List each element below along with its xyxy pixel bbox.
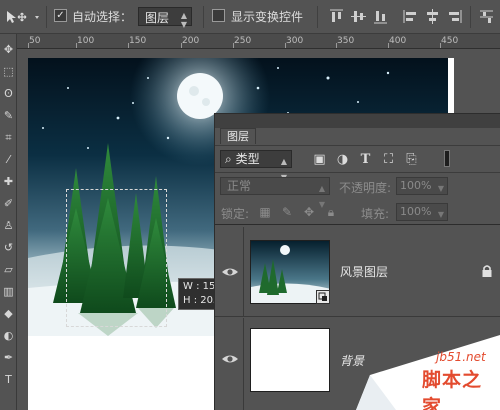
eye-icon[interactable] xyxy=(219,261,241,283)
watermark-site-name: 脚本之家 xyxy=(422,369,483,410)
type-layer-filter-icon[interactable]: T xyxy=(358,152,373,167)
photoshop-window: ✓ 自动选择： 图层 ▲ ▼ 显示变换控件 ✥ ⬚ ʘ ✎ ⌗ ⁄ ✚ ✐ ♙ ↺… xyxy=(0,0,500,410)
align-vertical-center-icon[interactable] xyxy=(350,8,367,25)
free-transform-bounding-box[interactable] xyxy=(66,189,167,327)
options-bar: ✓ 自动选择： 图层 ▲ ▼ 显示变换控件 xyxy=(0,0,500,34)
quick-select-tool-icon[interactable]: ✎ xyxy=(1,108,16,123)
blur-tool-icon[interactable]: ◆ xyxy=(1,306,16,321)
show-transform-label: 显示变换控件 xyxy=(231,10,304,24)
align-bottom-icon[interactable] xyxy=(372,8,389,25)
fill-label: 填充: xyxy=(361,207,390,221)
layer-thumbnail xyxy=(250,328,330,392)
lasso-tool-icon[interactable]: ʘ xyxy=(1,86,16,101)
smart-object-filter-icon[interactable]: ⎘ xyxy=(404,152,419,167)
history-brush-tool-icon[interactable]: ↺ xyxy=(1,240,16,255)
fill-field[interactable]: 100% ▼ xyxy=(396,203,448,221)
lock-label: 锁定: xyxy=(221,207,250,221)
toolbox: ✥ ⬚ ʘ ✎ ⌗ ⁄ ✚ ✐ ♙ ↺ ▱ ▥ ◆ ◐ ✒ T xyxy=(0,34,17,410)
auto-select-label: 自动选择： xyxy=(72,10,133,24)
eye-icon[interactable] xyxy=(219,348,241,370)
adjustment-layer-filter-icon[interactable]: ◑ xyxy=(335,152,350,167)
dropdown-arrow-icon: ▼ xyxy=(437,210,444,219)
layer-lock-icon xyxy=(481,264,493,278)
dropdown-arrow-icon: ▼ xyxy=(437,184,444,193)
align-horizontal-center-icon[interactable] xyxy=(424,8,441,25)
opacity-value: 100% xyxy=(400,179,432,192)
watermark-url: jb51.net xyxy=(436,350,486,364)
filter-toggle-switch[interactable] xyxy=(444,150,450,167)
auto-select-dropdown[interactable]: 图层 ▲ ▼ xyxy=(138,7,192,29)
lock-position-icon[interactable]: ✥ xyxy=(302,205,316,219)
eraser-tool-icon[interactable]: ▱ xyxy=(1,262,16,277)
separator xyxy=(203,6,204,28)
ruler-tick-label: 350 xyxy=(337,36,355,46)
pen-tool-icon[interactable]: ✒ xyxy=(1,350,16,365)
separator xyxy=(317,6,318,28)
opacity-field[interactable]: 100% ▼ xyxy=(396,177,448,195)
align-right-icon[interactable] xyxy=(446,8,463,25)
fill-value: 100% xyxy=(400,205,432,218)
ruler-tick-label: 250 xyxy=(234,36,252,46)
separator xyxy=(46,6,47,28)
layer-filter-row: ⌕ 类型 ▲▼ ▣ ◑ T ⛶ ⎘ xyxy=(215,145,500,182)
lock-transparent-pixels-icon[interactable]: ▦ xyxy=(258,205,272,219)
ruler-tick-label: 300 xyxy=(286,36,304,46)
ruler-tick-label: 150 xyxy=(129,36,147,46)
updown-arrows-icon: ▲▼ xyxy=(180,11,187,29)
crop-tool-icon[interactable]: ⌗ xyxy=(1,130,16,145)
move-tool-preset-picker[interactable] xyxy=(4,8,44,26)
ruler-tick-label: 50 xyxy=(29,36,41,46)
clone-stamp-tool-icon[interactable]: ♙ xyxy=(1,218,16,233)
filter-kind-dropdown[interactable]: ⌕ 类型 ▲▼ xyxy=(220,150,292,182)
separator xyxy=(470,6,471,28)
distribute-top-icon[interactable] xyxy=(478,8,495,25)
layer-name[interactable]: 风景图层 xyxy=(340,263,388,280)
auto-select-value: 图层 xyxy=(145,11,170,25)
brush-tool-icon[interactable]: ✐ xyxy=(1,196,16,211)
opacity-label: 不透明度: xyxy=(339,181,392,195)
align-left-icon[interactable] xyxy=(402,8,419,25)
blend-mode-dropdown[interactable]: 正常 ▲ ▼ xyxy=(220,177,330,209)
shape-layer-filter-icon[interactable]: ⛶ xyxy=(381,152,396,167)
search-icon: ⌕ xyxy=(225,152,232,166)
pixel-layer-filter-icon[interactable]: ▣ xyxy=(312,152,327,167)
gradient-tool-icon[interactable]: ▥ xyxy=(1,284,16,299)
show-transform-checkbox[interactable] xyxy=(212,9,225,22)
horizontal-ruler: 50 100 150 200 250 300 350 400 450 xyxy=(17,34,500,49)
eyedropper-tool-icon[interactable]: ⁄ xyxy=(1,152,16,167)
move-tool-icon[interactable]: ✥ xyxy=(1,42,16,57)
marquee-tool-icon[interactable]: ⬚ xyxy=(1,64,16,79)
move-tool-icon xyxy=(7,11,39,23)
tab-layers[interactable]: 图层 xyxy=(220,128,256,144)
ruler-tick-label: 400 xyxy=(389,36,407,46)
auto-select-checkbox[interactable]: ✓ xyxy=(54,9,67,22)
ruler-tick-label: 450 xyxy=(441,36,459,46)
layer-row-scenery[interactable]: 风景图层 xyxy=(215,227,500,317)
type-tool-icon[interactable]: T xyxy=(1,372,16,387)
lock-fill-row: 锁定: ▦ ✎ ✥ 🔒︎ 填充: 100% ▼ xyxy=(215,199,500,225)
smart-object-badge-icon xyxy=(316,290,330,304)
ruler-tick-label: 200 xyxy=(182,36,200,46)
align-top-icon[interactable] xyxy=(328,8,345,25)
dodge-tool-icon[interactable]: ◐ xyxy=(1,328,16,343)
filter-kind-value: 类型 xyxy=(235,152,260,166)
lock-all-icon[interactable]: 🔒︎ xyxy=(324,205,338,219)
lock-image-pixels-icon[interactable]: ✎ xyxy=(280,205,294,219)
panel-header-bar xyxy=(215,114,500,128)
healing-brush-tool-icon[interactable]: ✚ xyxy=(1,174,16,189)
blend-opacity-row: 正常 ▲ ▼ 不透明度: 100% ▼ xyxy=(215,172,500,209)
blend-mode-value: 正常 xyxy=(227,179,252,193)
ruler-tick-label: 100 xyxy=(77,36,95,46)
